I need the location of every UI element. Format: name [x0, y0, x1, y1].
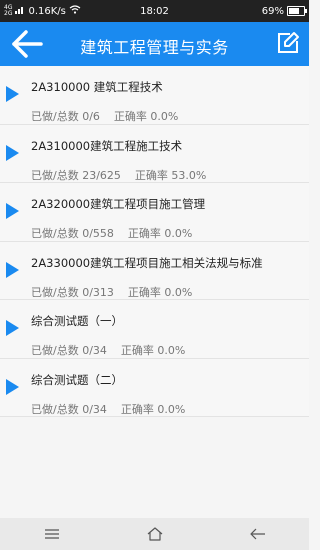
list-item[interactable]: 综合测试题（二） 已做/总数 0/34 正确率 0.0% — [0, 358, 309, 417]
chapter-name: 综合测试题（一） — [31, 314, 123, 328]
chapter-progress: 已做/总数 23/625 — [31, 168, 121, 182]
chapter-accuracy: 正确率 0.0% — [127, 285, 193, 299]
list-item[interactable]: 2A310000 建筑工程技术 已做/总数 0/6 正确率 0.0% — [0, 66, 309, 125]
play-icon — [6, 378, 19, 395]
play-icon — [6, 320, 19, 336]
chapter-accuracy: 正确率 0.0% — [120, 402, 186, 416]
chapter-progress: 已做/总数 0/6 — [31, 110, 100, 123]
chapter-progress: 已做/总数 0/34 — [31, 402, 107, 416]
back-icon[interactable] — [246, 524, 270, 544]
app-bar: 建筑工程管理与实务 — [0, 22, 309, 66]
chapter-progress: 已做/总数 0/34 — [31, 344, 107, 357]
chapter-stats: 已做/总数 0/313 正确率 0.0% — [31, 284, 192, 300]
chapter-accuracy: 正确率 0.0% — [120, 344, 186, 357]
home-icon[interactable] — [143, 524, 167, 544]
chapter-name: 2A310000 建筑工程技术 — [31, 80, 163, 94]
menu-icon[interactable] — [40, 524, 64, 544]
battery-icon — [287, 6, 307, 16]
chapter-stats: 已做/总数 0/6 正确率 0.0% — [31, 108, 178, 124]
page-title: 建筑工程管理与实务 — [80, 38, 229, 57]
list-item[interactable]: 2A330000建筑工程项目施工相关法规与标准 已做/总数 0/313 正确率 0… — [0, 241, 309, 300]
status-time: 18:02 — [140, 5, 169, 17]
chapter-accuracy: 正确率 0.0% — [127, 227, 193, 240]
chapter-name: 2A310000建筑工程施工技术 — [31, 138, 183, 153]
chapter-accuracy: 正确率 53.0% — [134, 168, 207, 182]
play-icon — [6, 86, 19, 102]
play-icon — [6, 144, 19, 161]
system-nav-bar — [0, 518, 309, 550]
chapter-name: 综合测试题（二） — [31, 372, 123, 387]
chapter-name: 2A330000建筑工程项目施工相关法规与标准 — [31, 255, 263, 270]
chapter-progress: 已做/总数 0/558 — [31, 227, 114, 240]
chapter-name: 2A320000建筑工程项目施工管理 — [31, 197, 206, 211]
battery-fill — [289, 8, 299, 14]
chapter-accuracy: 正确率 0.0% — [113, 110, 179, 123]
chapter-stats: 已做/总数 0/558 正确率 0.0% — [31, 225, 192, 241]
list-item[interactable]: 2A320000建筑工程项目施工管理 已做/总数 0/558 正确率 0.0% — [0, 183, 309, 242]
play-icon — [6, 261, 19, 278]
chapter-progress: 已做/总数 0/313 — [31, 285, 114, 299]
status-bar: 4G 2G 0.16K/s 18:02 69% — [0, 0, 309, 22]
play-icon — [6, 203, 19, 219]
list-item[interactable]: 2A310000建筑工程施工技术 已做/总数 23/625 正确率 53.0% — [0, 124, 309, 183]
edit-icon[interactable] — [275, 30, 301, 56]
list-item[interactable]: 综合测试题（一） 已做/总数 0/34 正确率 0.0% — [0, 300, 309, 359]
chapter-stats: 已做/总数 23/625 正确率 53.0% — [31, 167, 206, 183]
chapter-stats: 已做/总数 0/34 正确率 0.0% — [31, 342, 185, 358]
chapter-stats: 已做/总数 0/34 正确率 0.0% — [31, 401, 185, 417]
chapter-list: 2A310000 建筑工程技术 已做/总数 0/6 正确率 0.0% 2A3100… — [0, 66, 309, 417]
